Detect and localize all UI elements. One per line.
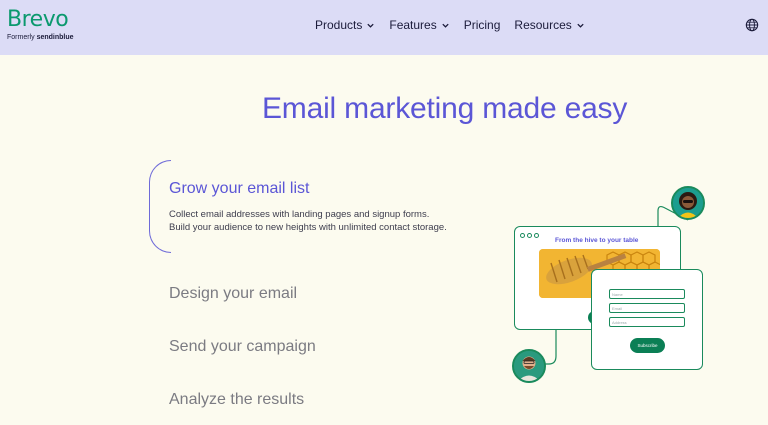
address-field: Address: [609, 317, 685, 327]
active-feature-indicator: [149, 160, 171, 253]
formerly-name: sendinblue: [36, 34, 74, 41]
logo-wordmark: Brevo: [7, 7, 69, 32]
chevron-down-icon: [442, 23, 449, 28]
window-dot: [527, 233, 532, 238]
chevron-down-icon: [367, 23, 375, 28]
name-field: Name: [609, 289, 685, 299]
globe-icon[interactable]: [745, 18, 759, 32]
feature-tab-grow-list[interactable]: Grow your email list: [169, 180, 309, 198]
nav-item-products[interactable]: Products: [315, 17, 375, 33]
email-field: Email: [609, 303, 685, 313]
nav-item-pricing[interactable]: Pricing: [464, 17, 501, 33]
avatar: [671, 186, 705, 220]
nav-item-features[interactable]: Features: [389, 17, 449, 33]
logo-formerly-text: Formerly sendinblue: [7, 33, 74, 42]
feature-tab-design-email[interactable]: Design your email: [169, 285, 297, 303]
nav-item-label: Pricing: [463, 18, 501, 32]
feature-description: Collect email addresses with landing pag…: [169, 209, 447, 234]
landing-page-heading: From the hive to your table: [555, 237, 639, 244]
top-navigation-bar: Brevo Formerly sendinblue Products Featu…: [0, 0, 768, 55]
window-dot: [534, 233, 539, 238]
page-title: Email marketing made easy: [262, 92, 628, 125]
main-nav: Products Features Pricing Resources: [315, 17, 599, 33]
signup-form-card: Name Email Address Subscribe: [591, 269, 703, 370]
feature-tab-send-campaign[interactable]: Send your campaign: [169, 338, 316, 356]
feature-tab-analyze-results[interactable]: Analyze the results: [169, 391, 304, 409]
avatar: [512, 349, 546, 383]
formerly-label: Formerly: [7, 34, 35, 41]
nav-item-label: Features: [389, 18, 437, 32]
window-dot: [520, 233, 525, 238]
subscribe-button: Subscribe: [630, 338, 665, 353]
feature-description-line: Collect email addresses with landing pag…: [169, 209, 430, 220]
window-dots: [520, 233, 539, 238]
feature-description-line: Build your audience to new heights with …: [169, 221, 447, 233]
brevo-logo[interactable]: Brevo Formerly sendinblue: [7, 9, 74, 42]
nav-item-resources[interactable]: Resources: [514, 17, 584, 33]
nav-item-label: Resources: [514, 18, 572, 32]
nav-item-label: Products: [315, 18, 363, 32]
woman-avatar-icon: [673, 188, 703, 218]
man-avatar-icon: [514, 351, 544, 381]
chevron-down-icon: [577, 23, 584, 28]
signup-form-illustration: From the hive to your table Name Email A…: [505, 180, 720, 390]
